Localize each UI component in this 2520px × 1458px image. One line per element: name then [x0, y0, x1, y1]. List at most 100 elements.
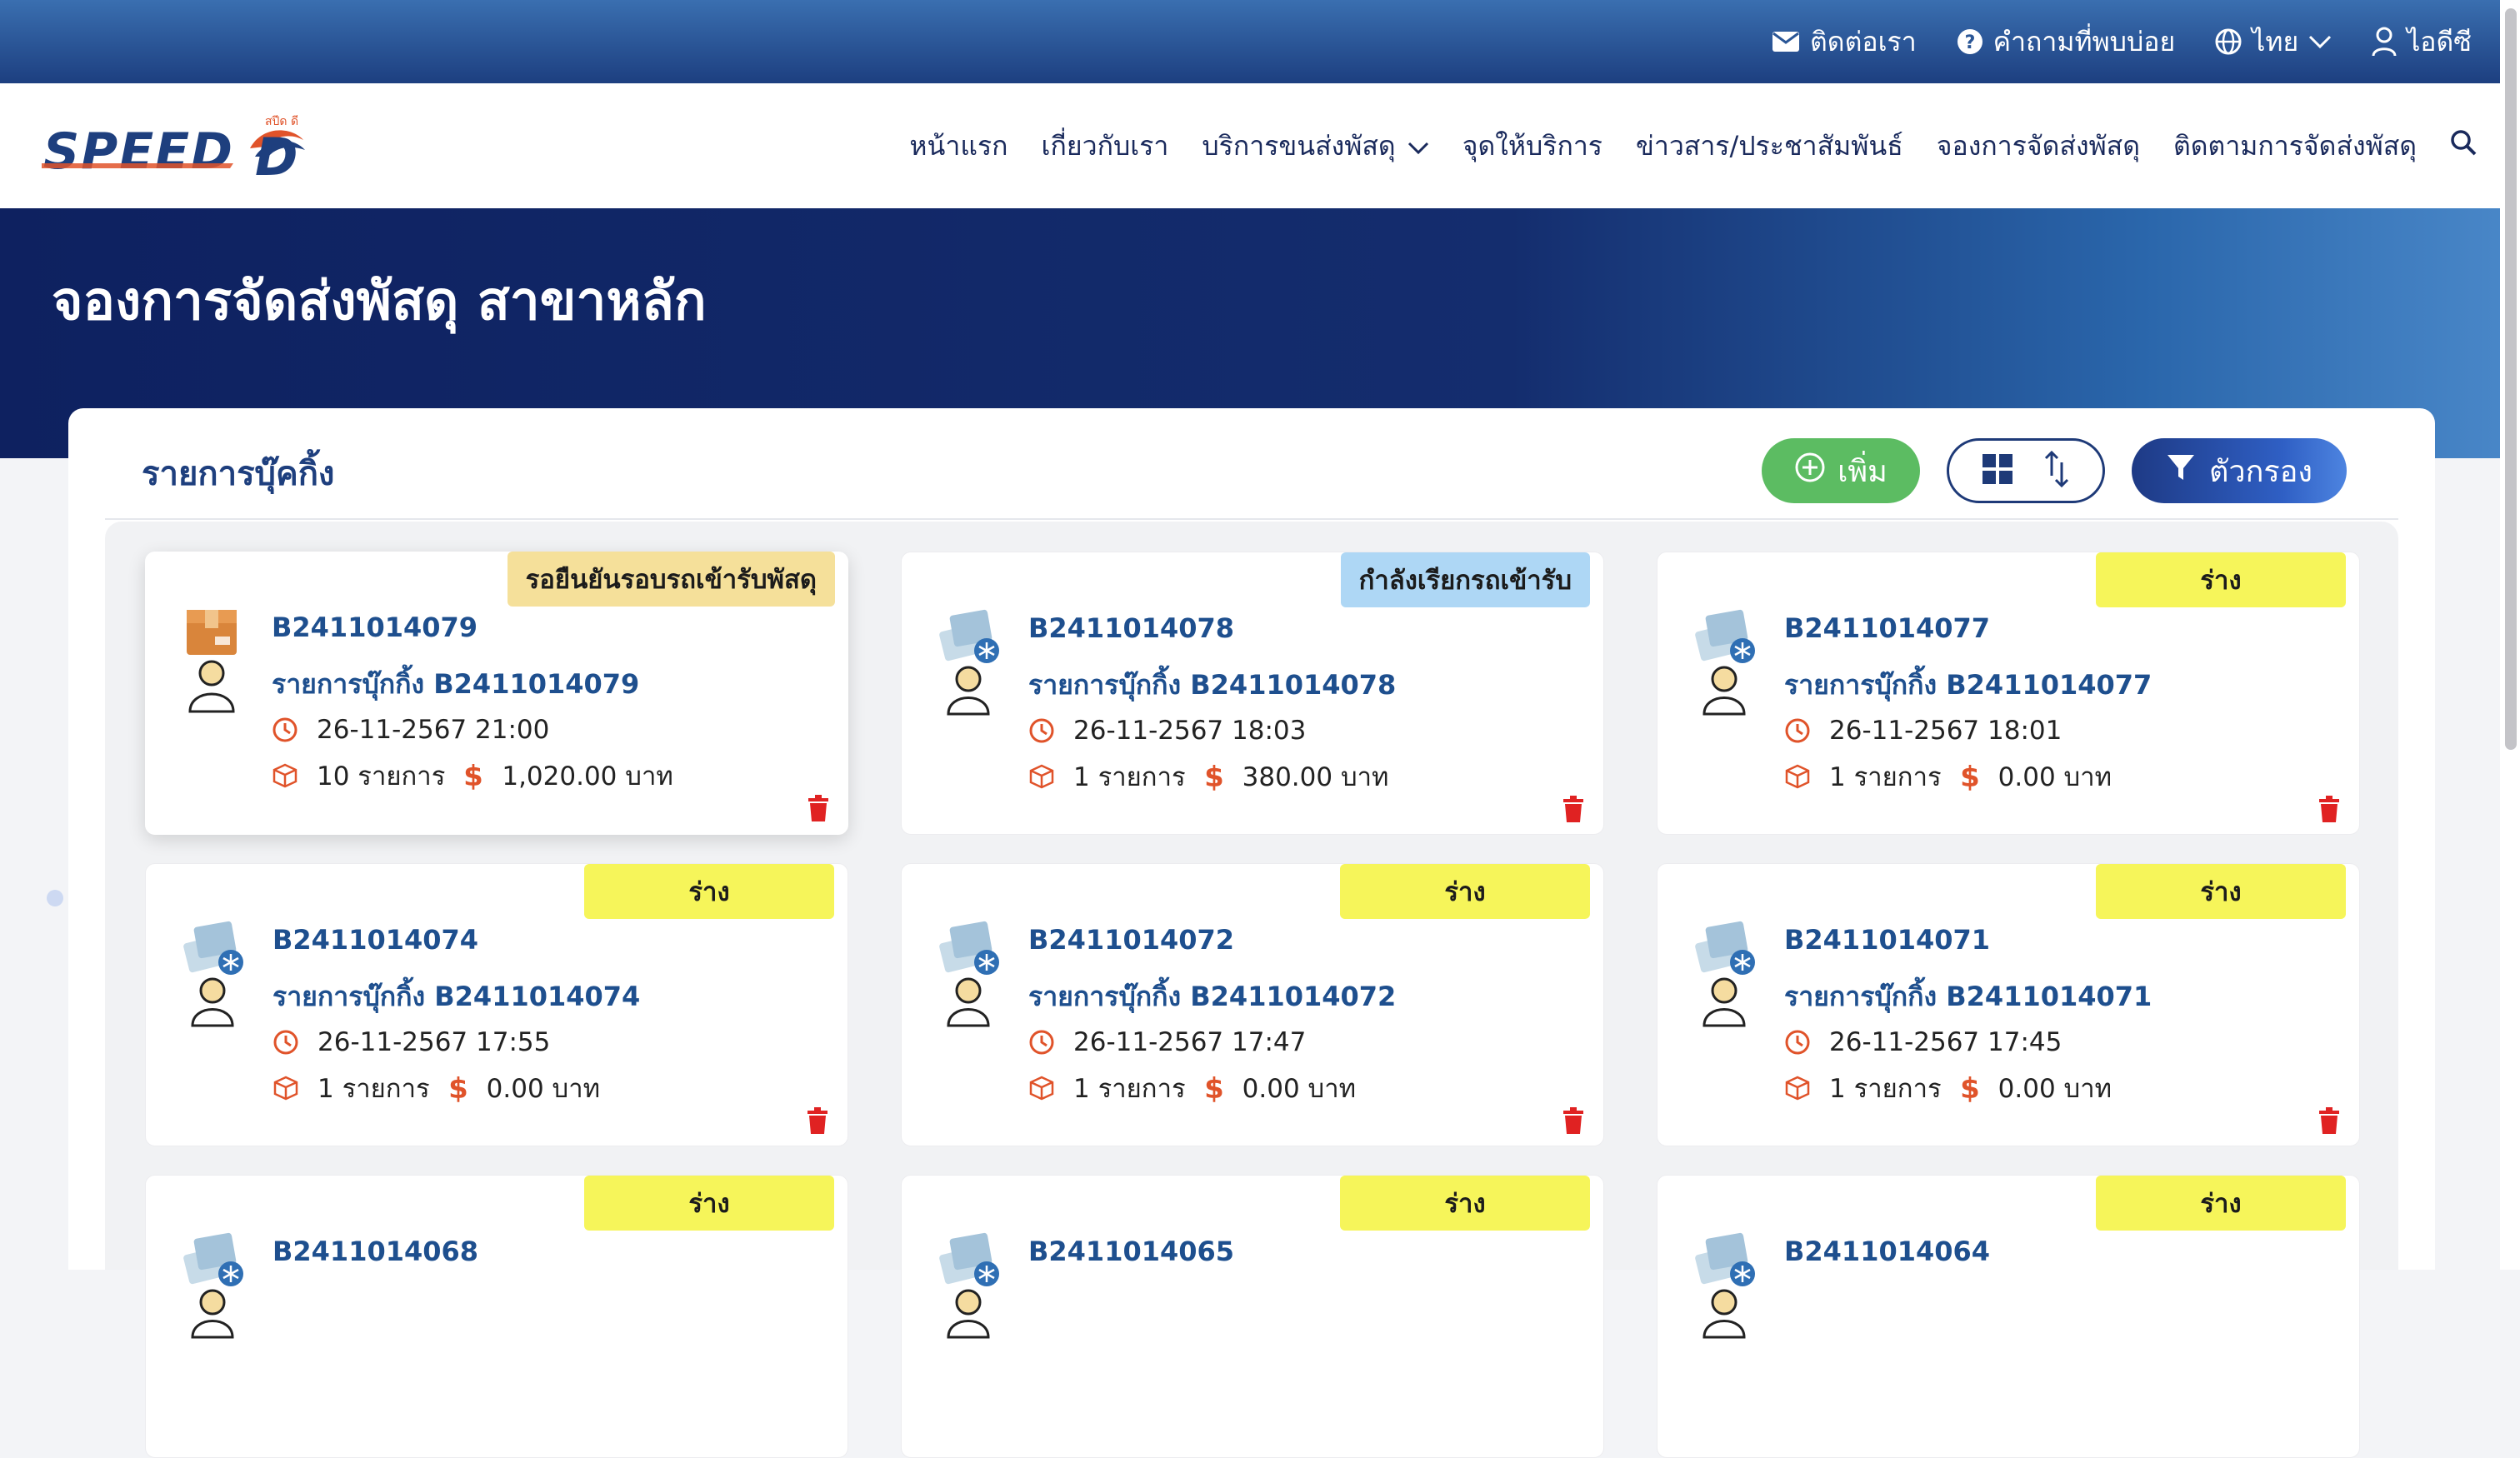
plus-circle-icon: [1794, 452, 1826, 491]
svg-text:SPEED: SPEED: [43, 122, 234, 181]
booking-card[interactable]: ร่าง B2411014064: [1657, 1175, 2360, 1458]
booking-id[interactable]: B2411014071: [1784, 924, 1990, 956]
speed-d-logo[interactable]: SPEED D สปีด ดี: [42, 108, 308, 187]
contact-link[interactable]: ติดต่อเรา: [1772, 21, 1917, 63]
page-scrollbar[interactable]: [2500, 0, 2520, 1270]
booking-card[interactable]: ร่าง B2411014072 รายการบุ๊กกิ้ง B24110140…: [901, 863, 1604, 1146]
trash-icon[interactable]: [1562, 796, 1585, 822]
booking-amount: 0.00 บาท: [1998, 762, 2112, 792]
faq-link[interactable]: ? คำถามที่พบบ่อย: [1957, 21, 2176, 63]
svg-text:$: $: [1960, 1073, 1980, 1103]
booking-item-count: 10 รายการ: [317, 761, 446, 791]
booking-id[interactable]: B2411014078: [1028, 612, 1234, 644]
booking-id[interactable]: B2411014077: [1784, 612, 1990, 644]
clock-icon: [1784, 1029, 1811, 1056]
contact-label: ติดต่อเรา: [1810, 25, 1917, 57]
main-nav-menu: หน้าแรก เกี่ยวกับเรา บริการขนส่งพัสดุ จุ…: [909, 83, 2477, 208]
clock-icon: [272, 717, 298, 743]
user-icon: [2372, 27, 2397, 57]
nav-item-about[interactable]: เกี่ยวกับเรา: [1042, 125, 1169, 167]
parcel-cube-icon: [1028, 763, 1055, 790]
booking-card[interactable]: ร่าง B2411014068: [145, 1175, 848, 1458]
filter-button[interactable]: ตัวกรอง: [2132, 438, 2347, 503]
booking-panel: รายการบุ๊คกิ้ง เพิ่ม ตัวกรอง รอยืนยันรอบ…: [68, 408, 2435, 1458]
booking-summary-row: 1 รายการ $ 0.00 บาท: [272, 1067, 600, 1109]
booking-name[interactable]: รายการบุ๊กกิ้ง B2411014078: [1028, 664, 1396, 707]
status-badge: ร่าง: [1340, 1176, 1590, 1231]
booking-list-title: รายการบุ๊คกิ้ง: [142, 455, 335, 493]
status-badge: ร่าง: [584, 864, 834, 919]
nav-item-news[interactable]: ข่าวสาร/ประชาสัมพันธ์: [1636, 125, 1903, 167]
booking-name[interactable]: รายการบุ๊กกิ้ง B2411014077: [1784, 664, 2152, 707]
booking-datetime: 26-11-2567 21:00: [317, 715, 550, 745]
trash-icon[interactable]: [1562, 1107, 1585, 1134]
panel-divider: [105, 518, 2398, 520]
nav-item-service-points[interactable]: จุดให้บริการ: [1462, 125, 1602, 167]
nav-item-services[interactable]: บริการขนส่งพัสดุ: [1202, 125, 1428, 167]
grid-view-icon[interactable]: [1982, 453, 2013, 488]
nav-item-booking[interactable]: จองการจัดส่งพัสดุ: [1937, 125, 2140, 167]
booking-card[interactable]: ร่าง B2411014071 รายการบุ๊กกิ้ง B24110140…: [1657, 863, 2360, 1146]
booking-name[interactable]: รายการบุ๊กกิ้ง B2411014074: [272, 976, 640, 1018]
booking-datetime: 26-11-2567 17:55: [318, 1027, 551, 1057]
booking-datetime-row: 26-11-2567 21:00: [272, 715, 549, 745]
booking-id[interactable]: B2411014079: [272, 612, 478, 643]
parcel-cube-icon: [272, 1075, 299, 1101]
trash-icon[interactable]: [807, 795, 830, 821]
booking-datetime-row: 26-11-2567 18:03: [1028, 716, 1306, 746]
booking-card[interactable]: รอยืนยันรอบรถเข้ารับพัสดุ B2411014079 ราย…: [145, 552, 848, 835]
carousel-dot[interactable]: [47, 890, 63, 906]
add-booking-button[interactable]: เพิ่ม: [1762, 438, 1920, 503]
booking-summary-row: 1 รายการ $ 0.00 บาท: [1784, 756, 2112, 797]
search-button[interactable]: [2450, 129, 2477, 162]
sort-arrows-icon[interactable]: [2043, 450, 2070, 491]
booking-name[interactable]: รายการบุ๊กกิ้ง B2411014072: [1028, 976, 1396, 1018]
booking-card[interactable]: ร่าง B2411014074 รายการบุ๊กกิ้ง B24110140…: [145, 863, 848, 1146]
booking-amount: 0.00 บาท: [1242, 1074, 1357, 1104]
booking-amount: 380.00 บาท: [1242, 762, 1389, 792]
envelope-icon: [1772, 31, 1800, 52]
booking-card[interactable]: ร่าง B2411014065: [901, 1175, 1604, 1458]
booking-name[interactable]: รายการบุ๊กกิ้ง B2411014071: [1784, 976, 2152, 1018]
nav-item-home[interactable]: หน้าแรก: [909, 125, 1008, 167]
parcel-cold-icon: [1694, 919, 1761, 1027]
parcel-cold-icon: [938, 607, 1005, 716]
booking-datetime: 26-11-2567 18:01: [1829, 716, 2062, 746]
faq-label: คำถามที่พบบ่อย: [1992, 25, 2176, 57]
booking-id[interactable]: B2411014074: [272, 924, 478, 956]
main-navbar: SPEED D สปีด ดี หน้าแรก เกี่ยวกับเรา บริ…: [0, 83, 2520, 208]
booking-item-count: 1 รายการ: [318, 1074, 430, 1104]
status-badge: ร่าง: [1340, 864, 1590, 919]
nav-item-label: จุดให้บริการ: [1462, 129, 1602, 162]
search-icon: [2450, 129, 2477, 162]
nav-item-tracking[interactable]: ติดตามการจัดส่งพัสดุ: [2173, 125, 2417, 167]
booking-id[interactable]: B2411014072: [1028, 924, 1234, 956]
booking-name[interactable]: รายการบุ๊กกิ้ง B2411014079: [272, 663, 639, 706]
parcel-cold-icon: [938, 1231, 1005, 1339]
clock-icon: [1784, 717, 1811, 744]
status-badge: ร่าง: [584, 1176, 834, 1231]
booking-id[interactable]: B2411014065: [1028, 1236, 1234, 1267]
trash-icon[interactable]: [806, 1107, 829, 1134]
view-sort-toggle[interactable]: [1947, 438, 2105, 503]
booking-card[interactable]: กำลังเรียกรถเข้ารับ B2411014078 รายการบุ๊…: [901, 552, 1604, 835]
user-account-link[interactable]: ไอดีซี: [2372, 21, 2472, 63]
booking-card[interactable]: ร่าง B2411014077 รายการบุ๊กกิ้ง B24110140…: [1657, 552, 2360, 835]
booking-id[interactable]: B2411014068: [272, 1236, 478, 1267]
trash-icon[interactable]: [2318, 796, 2341, 822]
filter-funnel-icon: [2166, 452, 2196, 490]
dollar-icon: $: [463, 761, 484, 791]
trash-icon[interactable]: [2318, 1107, 2341, 1134]
status-badge: ร่าง: [2096, 864, 2346, 919]
language-selector[interactable]: ไทย: [2215, 21, 2332, 63]
svg-text:D: D: [255, 127, 298, 183]
svg-text:สปีด ดี: สปีด ดี: [265, 115, 298, 128]
nav-item-label: หน้าแรก: [909, 129, 1008, 162]
booking-summary-row: 1 รายการ $ 0.00 บาท: [1784, 1067, 2112, 1109]
dollar-icon: $: [1204, 761, 1224, 791]
parcel-cold-icon: [182, 919, 249, 1027]
globe-icon: [2215, 28, 2242, 55]
booking-datetime: 26-11-2567 17:45: [1829, 1027, 2062, 1057]
scrollbar-thumb[interactable]: [2505, 8, 2517, 750]
booking-id[interactable]: B2411014064: [1784, 1236, 1990, 1267]
